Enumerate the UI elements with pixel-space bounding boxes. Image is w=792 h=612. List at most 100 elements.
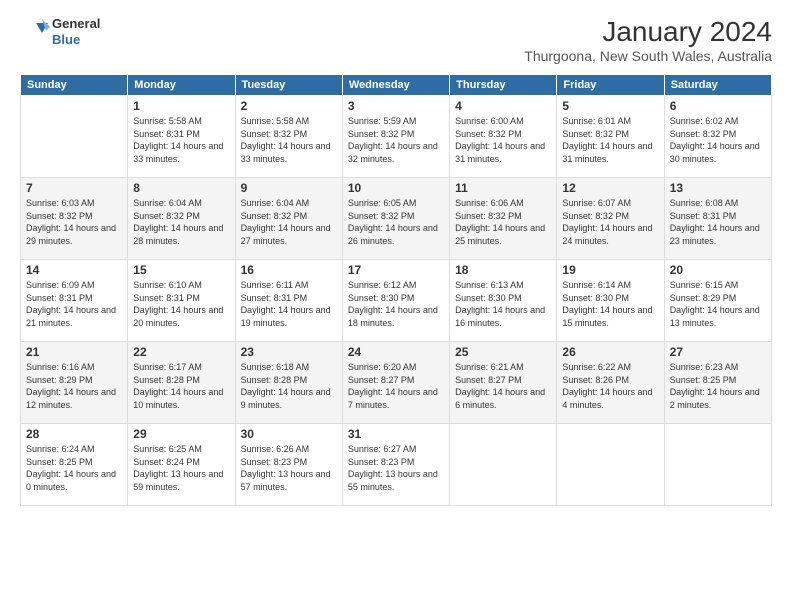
day-info: Sunrise: 6:13 AMSunset: 8:30 PMDaylight:… — [455, 279, 551, 329]
day-info: Sunrise: 6:16 AMSunset: 8:29 PMDaylight:… — [26, 361, 122, 411]
day-number: 29 — [133, 427, 229, 441]
day-number: 12 — [562, 181, 658, 195]
day-info: Sunrise: 6:03 AMSunset: 8:32 PMDaylight:… — [26, 197, 122, 247]
header: General Blue January 2024 Thurgoona, New… — [20, 16, 772, 64]
day-info: Sunrise: 6:25 AMSunset: 8:24 PMDaylight:… — [133, 443, 229, 493]
day-info: Sunrise: 6:22 AMSunset: 8:26 PMDaylight:… — [562, 361, 658, 411]
header-sunday: Sunday — [21, 75, 128, 96]
main-title: January 2024 — [524, 16, 772, 48]
day-info: Sunrise: 5:59 AMSunset: 8:32 PMDaylight:… — [348, 115, 444, 165]
day-number: 21 — [26, 345, 122, 359]
table-row: 26 Sunrise: 6:22 AMSunset: 8:26 PMDaylig… — [557, 342, 664, 424]
day-number: 10 — [348, 181, 444, 195]
header-thursday: Thursday — [450, 75, 557, 96]
table-row: 8 Sunrise: 6:04 AMSunset: 8:32 PMDayligh… — [128, 178, 235, 260]
table-row: 28 Sunrise: 6:24 AMSunset: 8:25 PMDaylig… — [21, 424, 128, 506]
day-number: 26 — [562, 345, 658, 359]
table-row: 5 Sunrise: 6:01 AMSunset: 8:32 PMDayligh… — [557, 96, 664, 178]
day-number: 8 — [133, 181, 229, 195]
day-info: Sunrise: 6:04 AMSunset: 8:32 PMDaylight:… — [241, 197, 337, 247]
day-info: Sunrise: 6:12 AMSunset: 8:30 PMDaylight:… — [348, 279, 444, 329]
table-row — [450, 424, 557, 506]
header-saturday: Saturday — [664, 75, 771, 96]
day-info: Sunrise: 6:15 AMSunset: 8:29 PMDaylight:… — [670, 279, 766, 329]
logo: General Blue — [20, 16, 100, 47]
day-info: Sunrise: 6:06 AMSunset: 8:32 PMDaylight:… — [455, 197, 551, 247]
day-number: 13 — [670, 181, 766, 195]
table-row: 2 Sunrise: 5:58 AMSunset: 8:32 PMDayligh… — [235, 96, 342, 178]
table-row: 23 Sunrise: 6:18 AMSunset: 8:28 PMDaylig… — [235, 342, 342, 424]
day-number: 20 — [670, 263, 766, 277]
day-info: Sunrise: 6:09 AMSunset: 8:31 PMDaylight:… — [26, 279, 122, 329]
subtitle: Thurgoona, New South Wales, Australia — [524, 48, 772, 64]
day-number: 6 — [670, 99, 766, 113]
table-row: 31 Sunrise: 6:27 AMSunset: 8:23 PMDaylig… — [342, 424, 449, 506]
day-number: 27 — [670, 345, 766, 359]
table-row: 7 Sunrise: 6:03 AMSunset: 8:32 PMDayligh… — [21, 178, 128, 260]
day-number: 1 — [133, 99, 229, 113]
table-row: 24 Sunrise: 6:20 AMSunset: 8:27 PMDaylig… — [342, 342, 449, 424]
day-number: 30 — [241, 427, 337, 441]
day-number: 31 — [348, 427, 444, 441]
table-row: 20 Sunrise: 6:15 AMSunset: 8:29 PMDaylig… — [664, 260, 771, 342]
day-number: 3 — [348, 99, 444, 113]
day-number: 16 — [241, 263, 337, 277]
calendar-week-row: 14 Sunrise: 6:09 AMSunset: 8:31 PMDaylig… — [21, 260, 772, 342]
table-row: 16 Sunrise: 6:11 AMSunset: 8:31 PMDaylig… — [235, 260, 342, 342]
table-row: 13 Sunrise: 6:08 AMSunset: 8:31 PMDaylig… — [664, 178, 771, 260]
day-number: 19 — [562, 263, 658, 277]
day-number: 7 — [26, 181, 122, 195]
table-row — [21, 96, 128, 178]
page: General Blue January 2024 Thurgoona, New… — [0, 0, 792, 612]
table-row: 30 Sunrise: 6:26 AMSunset: 8:23 PMDaylig… — [235, 424, 342, 506]
calendar-table: Sunday Monday Tuesday Wednesday Thursday… — [20, 74, 772, 506]
table-row: 14 Sunrise: 6:09 AMSunset: 8:31 PMDaylig… — [21, 260, 128, 342]
day-info: Sunrise: 6:00 AMSunset: 8:32 PMDaylight:… — [455, 115, 551, 165]
day-number: 22 — [133, 345, 229, 359]
day-info: Sunrise: 6:10 AMSunset: 8:31 PMDaylight:… — [133, 279, 229, 329]
table-row — [664, 424, 771, 506]
header-tuesday: Tuesday — [235, 75, 342, 96]
table-row: 12 Sunrise: 6:07 AMSunset: 8:32 PMDaylig… — [557, 178, 664, 260]
day-info: Sunrise: 6:23 AMSunset: 8:25 PMDaylight:… — [670, 361, 766, 411]
table-row: 10 Sunrise: 6:05 AMSunset: 8:32 PMDaylig… — [342, 178, 449, 260]
table-row: 21 Sunrise: 6:16 AMSunset: 8:29 PMDaylig… — [21, 342, 128, 424]
table-row: 3 Sunrise: 5:59 AMSunset: 8:32 PMDayligh… — [342, 96, 449, 178]
table-row: 17 Sunrise: 6:12 AMSunset: 8:30 PMDaylig… — [342, 260, 449, 342]
calendar-week-row: 28 Sunrise: 6:24 AMSunset: 8:25 PMDaylig… — [21, 424, 772, 506]
table-row: 19 Sunrise: 6:14 AMSunset: 8:30 PMDaylig… — [557, 260, 664, 342]
day-number: 4 — [455, 99, 551, 113]
table-row: 15 Sunrise: 6:10 AMSunset: 8:31 PMDaylig… — [128, 260, 235, 342]
calendar-header-row: Sunday Monday Tuesday Wednesday Thursday… — [21, 75, 772, 96]
day-info: Sunrise: 6:04 AMSunset: 8:32 PMDaylight:… — [133, 197, 229, 247]
day-number: 14 — [26, 263, 122, 277]
day-number: 11 — [455, 181, 551, 195]
day-number: 17 — [348, 263, 444, 277]
day-number: 15 — [133, 263, 229, 277]
day-info: Sunrise: 6:14 AMSunset: 8:30 PMDaylight:… — [562, 279, 658, 329]
day-info: Sunrise: 6:05 AMSunset: 8:32 PMDaylight:… — [348, 197, 444, 247]
day-info: Sunrise: 6:20 AMSunset: 8:27 PMDaylight:… — [348, 361, 444, 411]
table-row: 1 Sunrise: 5:58 AMSunset: 8:31 PMDayligh… — [128, 96, 235, 178]
table-row: 11 Sunrise: 6:06 AMSunset: 8:32 PMDaylig… — [450, 178, 557, 260]
day-number: 23 — [241, 345, 337, 359]
title-section: January 2024 Thurgoona, New South Wales,… — [524, 16, 772, 64]
table-row: 29 Sunrise: 6:25 AMSunset: 8:24 PMDaylig… — [128, 424, 235, 506]
day-info: Sunrise: 5:58 AMSunset: 8:32 PMDaylight:… — [241, 115, 337, 165]
calendar-week-row: 1 Sunrise: 5:58 AMSunset: 8:31 PMDayligh… — [21, 96, 772, 178]
table-row: 18 Sunrise: 6:13 AMSunset: 8:30 PMDaylig… — [450, 260, 557, 342]
table-row: 22 Sunrise: 6:17 AMSunset: 8:28 PMDaylig… — [128, 342, 235, 424]
logo-text-blue: Blue — [52, 32, 100, 48]
header-friday: Friday — [557, 75, 664, 96]
day-number: 2 — [241, 99, 337, 113]
day-number: 18 — [455, 263, 551, 277]
table-row: 6 Sunrise: 6:02 AMSunset: 8:32 PMDayligh… — [664, 96, 771, 178]
calendar-week-row: 7 Sunrise: 6:03 AMSunset: 8:32 PMDayligh… — [21, 178, 772, 260]
day-number: 9 — [241, 181, 337, 195]
day-info: Sunrise: 6:01 AMSunset: 8:32 PMDaylight:… — [562, 115, 658, 165]
table-row: 27 Sunrise: 6:23 AMSunset: 8:25 PMDaylig… — [664, 342, 771, 424]
day-info: Sunrise: 6:27 AMSunset: 8:23 PMDaylight:… — [348, 443, 444, 493]
day-number: 25 — [455, 345, 551, 359]
day-info: Sunrise: 5:58 AMSunset: 8:31 PMDaylight:… — [133, 115, 229, 165]
logo-bird-icon — [20, 17, 50, 47]
